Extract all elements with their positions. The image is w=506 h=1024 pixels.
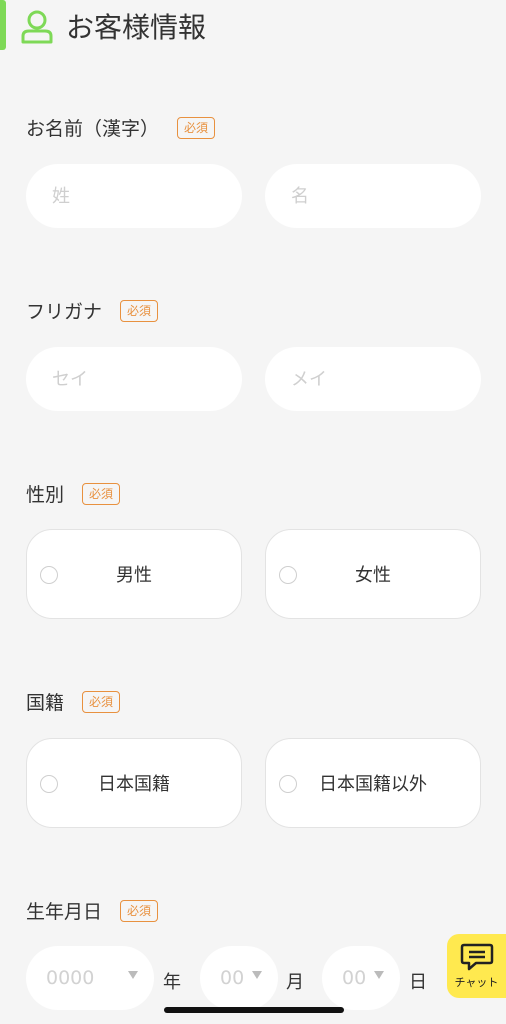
birth-month-select[interactable]: 00 — [200, 946, 278, 1010]
birthdate-label: 生年月日 — [26, 901, 103, 923]
radio-circle-icon — [40, 775, 58, 793]
gender-label-row: 性別 必須 — [26, 480, 121, 507]
nationality-option-label: 日本国籍以外 — [319, 774, 427, 795]
year-unit: 年 — [163, 972, 181, 993]
name-kanji-label-row: お名前（漢字） 必須 — [26, 114, 216, 141]
last-name-input[interactable] — [26, 164, 242, 228]
radio-circle-icon — [40, 566, 58, 584]
nationality-option-non-japanese[interactable]: 日本国籍以外 — [265, 738, 481, 828]
nationality-label: 国籍 — [26, 692, 65, 714]
last-name-kana-input[interactable] — [26, 347, 242, 411]
gender-option-label: 女性 — [355, 565, 391, 586]
header-accent-bar — [0, 0, 6, 50]
required-badge: 必須 — [82, 690, 121, 713]
gender-option-label: 男性 — [116, 565, 152, 586]
birth-year-value: 0000 — [46, 967, 95, 989]
birthdate-label-row: 生年月日 必須 — [26, 897, 159, 924]
furigana-label: フリガナ — [26, 301, 103, 323]
day-unit: 日 — [409, 972, 427, 993]
nationality-option-japanese[interactable]: 日本国籍 — [26, 738, 242, 828]
required-badge: 必須 — [120, 299, 159, 322]
page-title: お客様情報 — [66, 11, 207, 44]
first-name-input[interactable] — [265, 164, 481, 228]
dropdown-arrow-icon — [128, 971, 138, 979]
user-icon — [21, 10, 53, 44]
chat-button[interactable]: チャット — [447, 934, 506, 998]
gender-label: 性別 — [26, 484, 65, 506]
chat-label: チャット — [454, 976, 499, 989]
radio-circle-icon — [279, 775, 297, 793]
required-badge: 必須 — [120, 899, 159, 922]
required-badge: 必須 — [82, 482, 121, 505]
birth-day-value: 00 — [342, 967, 367, 989]
radio-circle-icon — [279, 566, 297, 584]
nationality-label-row: 国籍 必須 — [26, 688, 121, 715]
chat-bubble-icon — [460, 943, 493, 971]
home-indicator — [164, 1007, 344, 1013]
furigana-label-row: フリガナ 必須 — [26, 297, 159, 324]
birth-month-value: 00 — [220, 967, 245, 989]
birth-day-select[interactable]: 00 — [322, 946, 400, 1010]
name-kanji-label: お名前（漢字） — [26, 118, 160, 140]
nationality-option-label: 日本国籍 — [98, 774, 170, 795]
first-name-kana-input[interactable] — [265, 347, 481, 411]
dropdown-arrow-icon — [374, 971, 384, 979]
dropdown-arrow-icon — [252, 971, 262, 979]
required-badge: 必須 — [177, 116, 216, 139]
month-unit: 月 — [286, 972, 304, 993]
birth-year-select[interactable]: 0000 — [26, 946, 154, 1010]
gender-option-male[interactable]: 男性 — [26, 529, 242, 619]
gender-option-female[interactable]: 女性 — [265, 529, 481, 619]
